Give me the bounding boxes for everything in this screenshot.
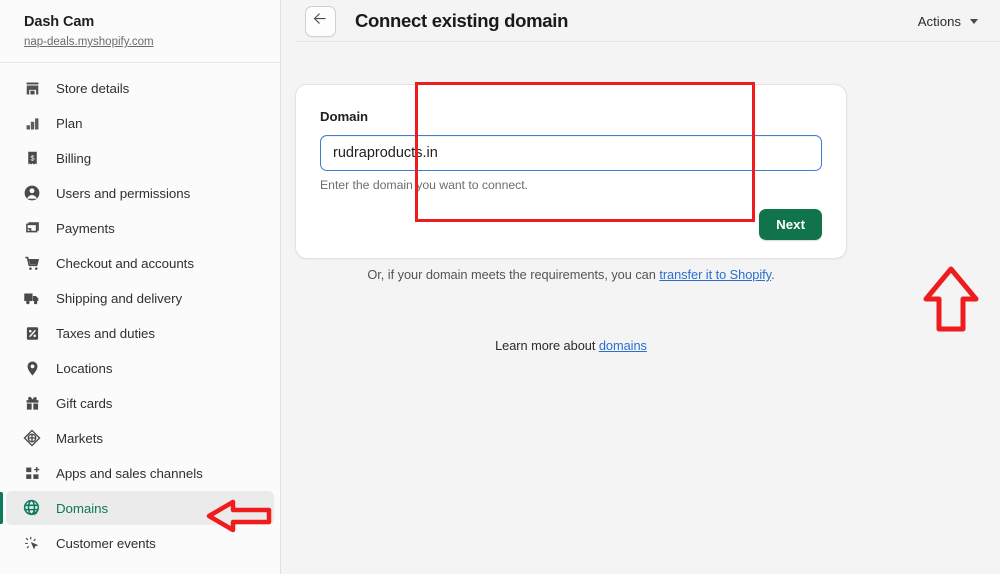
cart-icon: [22, 253, 42, 273]
main-content: Connect existing domain Actions Domain E…: [281, 0, 1000, 574]
domain-input[interactable]: [320, 135, 822, 171]
sidebar-item-payments[interactable]: Payments: [6, 211, 274, 245]
sidebar-item-label: Store details: [56, 80, 130, 96]
back-arrow-icon: [313, 11, 328, 31]
connect-domain-card: Domain Enter the domain you want to conn…: [295, 84, 847, 259]
page-title: Connect existing domain: [355, 10, 569, 31]
billing-icon: $: [22, 148, 42, 168]
next-button[interactable]: Next: [759, 209, 822, 240]
domains-doc-link[interactable]: domains: [599, 338, 647, 353]
transfer-note-prefix: Or, if your domain meets the requirement…: [367, 267, 660, 282]
svg-text:$: $: [30, 153, 34, 162]
sidebar-item-plan[interactable]: Plan: [6, 106, 274, 140]
domain-field-label: Domain: [320, 109, 369, 124]
back-button[interactable]: [305, 5, 336, 37]
sidebar-item-apps-and-sales-channels[interactable]: Apps and sales channels: [6, 456, 274, 490]
sidebar-item-label: Locations: [56, 360, 113, 376]
truck-icon: [22, 288, 42, 308]
page-header: Connect existing domain Actions: [281, 0, 1000, 42]
sidebar-item-label: Taxes and duties: [56, 325, 155, 341]
sidebar-item-billing[interactable]: $ Billing: [6, 141, 274, 175]
user-icon: [22, 183, 42, 203]
globe-icon: [22, 498, 42, 518]
sidebar-item-label: Shipping and delivery: [56, 290, 183, 306]
cursor-click-icon: [22, 533, 42, 553]
sidebar-nav: Store details Plan $ Billing Users and p…: [0, 63, 280, 560]
sidebar-item-locations[interactable]: Locations: [6, 351, 274, 385]
settings-sidebar: Dash Cam nap-deals.myshopify.com Store d…: [0, 0, 281, 574]
sidebar-item-label: Apps and sales channels: [56, 465, 203, 481]
sidebar-item-label: Plan: [56, 115, 83, 131]
chevron-down-icon: [970, 18, 978, 24]
sidebar-item-label: Customer events: [56, 535, 156, 551]
sidebar-item-taxes-and-duties[interactable]: Taxes and duties: [6, 316, 274, 350]
sidebar-item-markets[interactable]: Markets: [6, 421, 274, 455]
card-footer: Next: [296, 192, 846, 258]
sidebar-item-label: Domains: [56, 500, 109, 516]
sidebar-item-label: Payments: [56, 220, 115, 236]
sidebar-item-label: Users and permissions: [56, 185, 191, 201]
sidebar-item-label: Checkout and accounts: [56, 255, 194, 271]
sidebar-item-checkout-and-accounts[interactable]: Checkout and accounts: [6, 246, 274, 280]
store-url-link[interactable]: nap-deals.myshopify.com: [24, 33, 154, 51]
sidebar-item-label: Billing: [56, 150, 92, 166]
sidebar-item-store-details[interactable]: Store details: [6, 71, 274, 105]
sidebar-item-domains[interactable]: Domains: [0, 491, 274, 525]
gift-icon: [22, 393, 42, 413]
sidebar-item-shipping-and-delivery[interactable]: Shipping and delivery: [6, 281, 274, 315]
sidebar-item-gift-cards[interactable]: Gift cards: [6, 386, 274, 420]
payments-icon: [22, 218, 42, 238]
plan-icon: [22, 113, 42, 133]
sidebar-item-users-and-permissions[interactable]: Users and permissions: [6, 176, 274, 210]
apps-grid-icon: [22, 463, 42, 483]
percent-icon: [22, 323, 42, 343]
transfer-to-shopify-link[interactable]: transfer it to Shopify: [659, 267, 771, 282]
app-window: Dash Cam nap-deals.myshopify.com Store d…: [0, 0, 1000, 574]
store-header: Dash Cam nap-deals.myshopify.com: [0, 0, 280, 63]
transfer-note: Or, if your domain meets the requirement…: [295, 267, 847, 282]
sidebar-item-customer-events[interactable]: Customer events: [6, 526, 274, 560]
actions-button[interactable]: Actions: [916, 10, 980, 33]
storefront-icon: [22, 78, 42, 98]
content-area: Domain Enter the domain you want to conn…: [281, 42, 1000, 353]
sidebar-item-label: Markets: [56, 430, 103, 446]
card-body: Domain Enter the domain you want to conn…: [296, 85, 846, 192]
domain-helper-text: Enter the domain you want to connect.: [320, 178, 529, 192]
transfer-note-suffix: .: [771, 267, 775, 282]
store-name: Dash Cam: [24, 14, 95, 30]
actions-label: Actions: [917, 13, 961, 29]
markets-icon: [22, 428, 42, 448]
location-pin-icon: [22, 358, 42, 378]
sidebar-item-label: Gift cards: [56, 395, 113, 411]
learn-more-note: Learn more about domains: [295, 338, 847, 353]
learn-more-prefix: Learn more about: [495, 338, 599, 353]
